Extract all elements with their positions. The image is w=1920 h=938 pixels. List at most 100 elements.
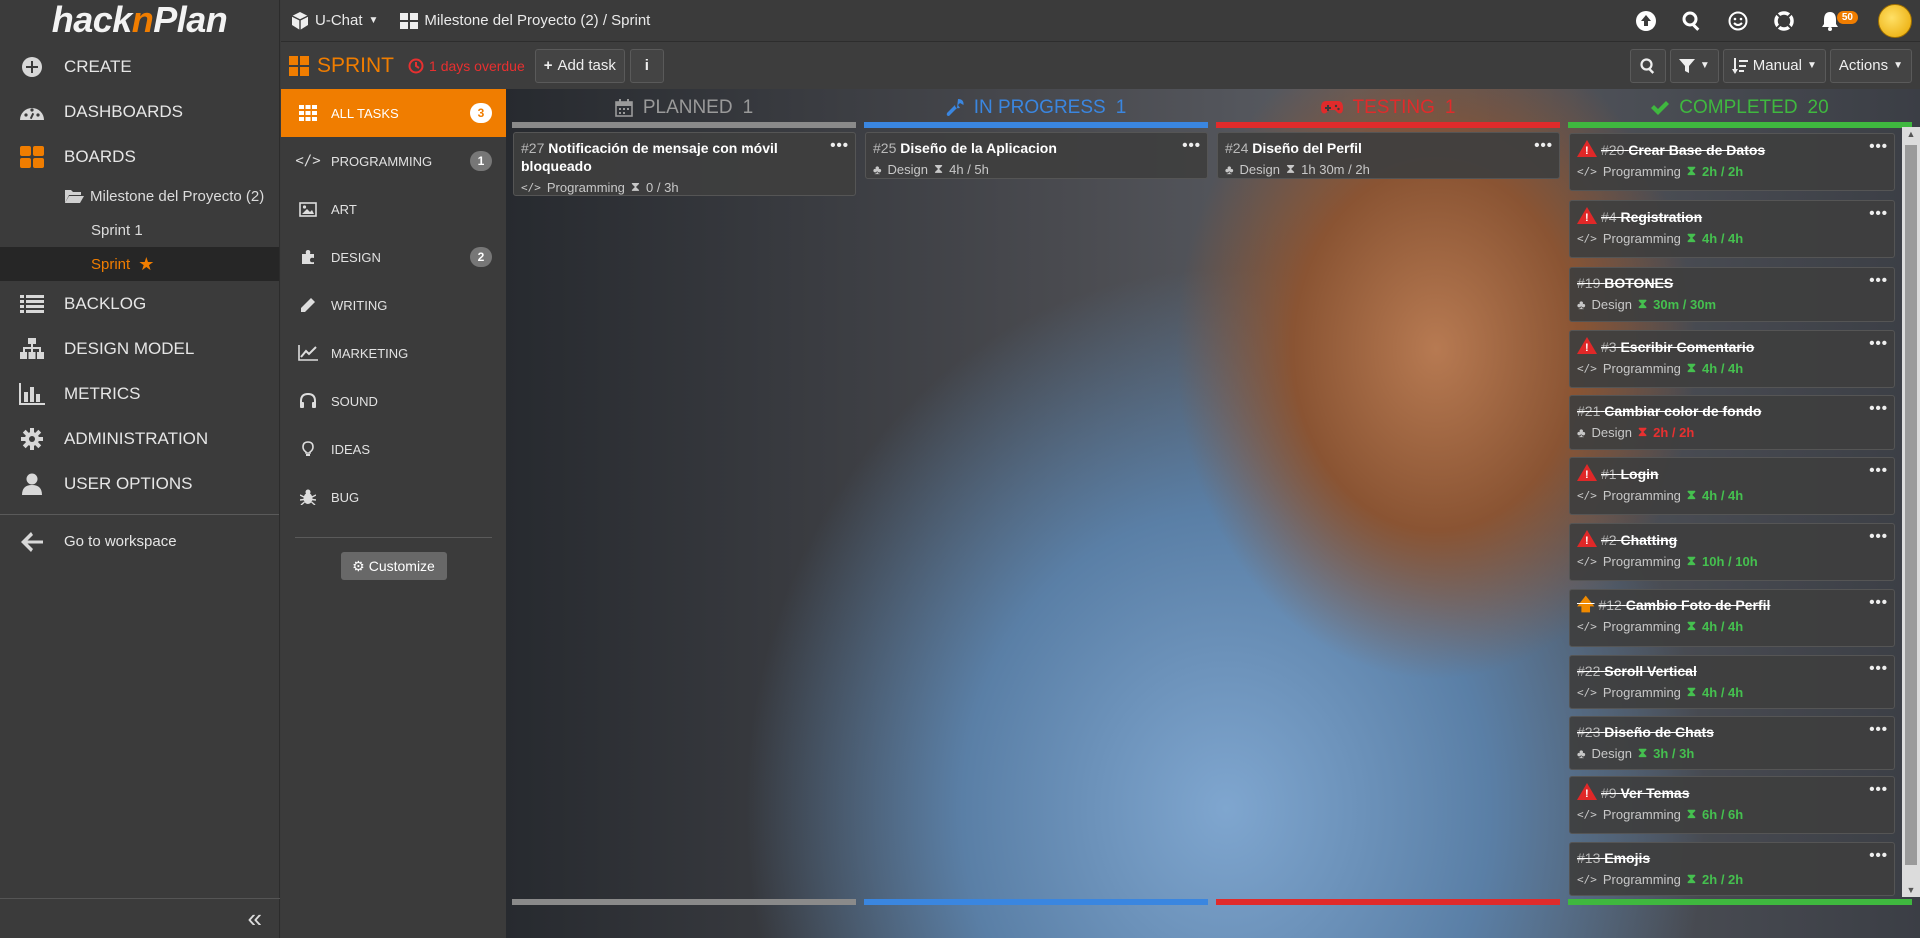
user-avatar[interactable] — [1878, 3, 1912, 38]
card-menu-icon[interactable]: ••• — [1869, 400, 1888, 417]
task-card[interactable]: #1 Login </> Programming ⧗ 4h / 4h ••• — [1569, 457, 1895, 515]
card-menu-icon[interactable]: ••• — [1869, 528, 1888, 545]
board-search-button[interactable] — [1629, 48, 1666, 83]
card-menu-icon[interactable]: ••• — [1869, 781, 1888, 798]
upload-icon[interactable] — [1634, 9, 1658, 33]
card-category: Programming — [1602, 871, 1681, 887]
card-menu-icon[interactable]: ••• — [1869, 462, 1888, 479]
category-ideas[interactable]: IDEAS — [281, 425, 506, 473]
nav-create[interactable]: CREATE — [0, 44, 279, 89]
hourglass-icon: ⧗ — [1286, 161, 1296, 176]
calendar-icon — [615, 99, 633, 117]
card-menu-icon[interactable]: ••• — [1869, 594, 1888, 611]
category-all-tasks[interactable]: ALL TASKS 3 — [281, 89, 506, 137]
card-menu-icon[interactable]: ••• — [1182, 137, 1201, 154]
scroll-up-icon[interactable]: ▲ — [1902, 129, 1920, 139]
category-bug[interactable]: BUG — [281, 473, 506, 521]
filter-button[interactable]: ▼ — [1669, 48, 1719, 83]
task-card[interactable]: #2 Chatting </> Programming ⧗ 10h / 10h ••• — [1569, 523, 1895, 581]
completed-column-scrollbar[interactable]: ▲ ▼ — [1902, 127, 1920, 897]
nav-metrics-label: METRICS — [64, 383, 141, 403]
nav-boards[interactable]: BOARDS — [0, 134, 279, 179]
info-button[interactable]: i — [629, 48, 664, 83]
chevron-down-icon: ▼ — [1893, 60, 1903, 71]
category-sound[interactable]: SOUND — [281, 377, 506, 425]
customize-button[interactable]: ⚙ Customize — [340, 552, 447, 580]
category-art[interactable]: ART — [281, 185, 506, 233]
card-menu-icon[interactable]: ••• — [1869, 847, 1888, 864]
nav-design-model-label: DESIGN MODEL — [64, 338, 195, 358]
task-card[interactable]: #27 Notificación de mensaje con móvil bl… — [513, 132, 856, 196]
card-title: #21 Cambiar color de fondo — [1577, 402, 1887, 420]
category-design[interactable]: DESIGN 2 — [281, 233, 506, 281]
app-logo[interactable]: hacknPlan — [0, 0, 279, 40]
card-menu-icon[interactable]: ••• — [1869, 335, 1888, 352]
smiley-icon[interactable] — [1726, 9, 1750, 33]
card-category: Design — [887, 161, 928, 177]
category-writing[interactable]: WRITING — [281, 281, 506, 329]
card-estimate: 0 / 3h — [646, 179, 679, 195]
card-menu-icon[interactable]: ••• — [1869, 660, 1888, 677]
sidebar-sprint-1[interactable]: Sprint 1 — [0, 213, 279, 247]
nav-boards-label: BOARDS — [64, 146, 136, 166]
category-marketing[interactable]: MARKETING — [281, 329, 506, 377]
category-programming[interactable]: </> PROGRAMMING 1 — [281, 137, 506, 185]
task-card[interactable]: #13 Emojis </> Programming ⧗ 2h / 2h ••• — [1569, 842, 1895, 896]
column-bar-in-progress — [864, 122, 1208, 128]
task-card[interactable]: #23 Diseño de Chats ♣ Design ⧗ 3h / 3h ••• — [1569, 716, 1895, 770]
card-menu-icon[interactable]: ••• — [1869, 205, 1888, 222]
search-icon[interactable] — [1680, 9, 1704, 33]
card-title-text: Login — [1620, 466, 1659, 482]
add-task-button[interactable]: + Add task — [534, 48, 625, 83]
card-menu-icon[interactable]: ••• — [1534, 137, 1553, 154]
nav-administration[interactable]: ADMINISTRATION — [0, 416, 279, 461]
go-to-workspace-link[interactable]: Go to workspace — [0, 519, 279, 564]
task-card[interactable]: #22 Scroll Vertical </> Programming ⧗ 4h / … — [1569, 655, 1895, 709]
sitemap-icon — [0, 337, 64, 360]
scroll-down-icon[interactable]: ▼ — [1902, 885, 1920, 895]
task-card[interactable]: #21 Cambiar color de fondo ♣ Design ⧗ 2h / … — [1569, 395, 1895, 450]
customize-label: Customize — [368, 558, 435, 574]
breadcrumb[interactable]: Milestone del Proyecto (2) / Sprint — [400, 12, 650, 29]
task-card[interactable]: #4 Registration </> Programming ⧗ 4h / 4h •… — [1569, 200, 1895, 258]
task-card[interactable]: 🡅 #12 Cambio Foto de Perfil </> Programmin… — [1569, 589, 1895, 647]
hourglass-icon: ⧗ — [1686, 684, 1697, 699]
task-card[interactable]: #3 Escribir Comentario </> Programming ⧗ 4h… — [1569, 330, 1895, 388]
card-estimate: 10h / 10h — [1702, 553, 1758, 569]
chevron-down-icon: ▼ — [1699, 60, 1710, 71]
sidebar-sprint-current[interactable]: Sprint ★ — [0, 247, 279, 281]
task-card[interactable]: #24 Diseño del Perfil ♣ Design ⧗ 1h 30m … — [1217, 132, 1560, 179]
column-label: TESTING — [1352, 97, 1435, 118]
card-estimate: 2h / 2h — [1653, 424, 1695, 440]
nav-backlog[interactable]: BACKLOG — [0, 281, 279, 326]
puzzle-small-icon: ♣ — [873, 161, 882, 177]
task-card[interactable]: #20 Crear Base de Datos </> Programming ⧗ 2… — [1569, 133, 1895, 191]
collapse-sidebar-button[interactable]: « — [0, 898, 280, 938]
task-card[interactable]: #9 Ver Temas </> Programming ⧗ 6h / 6h ••• — [1569, 776, 1895, 834]
scrollbar-thumb[interactable] — [1905, 145, 1917, 865]
card-estimate: 2h / 2h — [1702, 871, 1744, 887]
card-menu-icon[interactable]: ••• — [1869, 721, 1888, 738]
task-card[interactable]: #19 BOTONES ♣ Design ⧗ 30m / 30m ••• — [1569, 267, 1895, 322]
card-title-text: Chatting — [1620, 532, 1678, 548]
task-card[interactable]: #25 Diseño de la Aplicacion ♣ Design ⧗ 4… — [865, 132, 1208, 179]
category-label: ALL TASKS — [331, 105, 399, 121]
card-menu-icon[interactable]: ••• — [1869, 272, 1888, 289]
card-menu-icon[interactable]: ••• — [830, 137, 849, 154]
card-category: Programming — [1602, 230, 1681, 246]
bell-icon[interactable]: 50 — [1818, 9, 1858, 33]
nav-metrics[interactable]: METRICS — [0, 371, 279, 416]
category-label: BUG — [331, 489, 360, 505]
sort-dropdown[interactable]: Manual ▼ — [1722, 48, 1826, 83]
card-title-text: Notificación de mensaje con móvil bloque… — [521, 140, 778, 174]
actions-dropdown[interactable]: Actions ▼ — [1829, 48, 1912, 83]
nav-design-model[interactable]: DESIGN MODEL — [0, 326, 279, 371]
nav-user-options[interactable]: USER OPTIONS — [0, 461, 279, 506]
card-title-text: Registration — [1620, 209, 1703, 225]
nav-dashboards[interactable]: DASHBOARDS — [0, 89, 279, 134]
card-menu-icon[interactable]: ••• — [1869, 138, 1888, 155]
sidebar-milestone[interactable]: Milestone del Proyecto (2) — [0, 179, 279, 213]
lifebuoy-icon[interactable] — [1772, 9, 1796, 33]
category-filter-panel: ALL TASKS 3 </> PROGRAMMING 1 ART DESIGN… — [281, 89, 506, 938]
project-selector[interactable]: U-Chat ▼ — [291, 11, 378, 30]
